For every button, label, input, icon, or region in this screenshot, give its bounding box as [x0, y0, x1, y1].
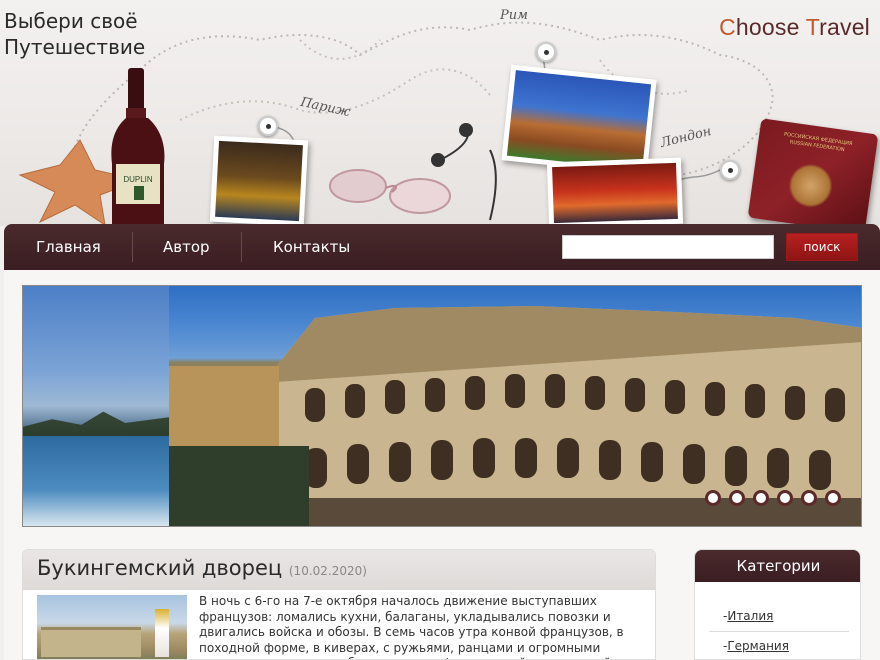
nav-divider: [132, 232, 133, 262]
coat-of-arms-icon: [785, 160, 836, 211]
pin-icon: [258, 116, 278, 136]
search-input[interactable]: [562, 235, 774, 259]
passport-cover-text: РОССИЙСКАЯ ФЕДЕРАЦИЯ RUSSIAN FEDERATION: [783, 131, 853, 154]
category-link-germany[interactable]: Германия: [727, 639, 789, 653]
category-list: -Италия -Германия: [709, 602, 849, 659]
eiffel-tower-image: [215, 140, 303, 222]
slider-dot[interactable]: [777, 490, 793, 506]
category-item: -Италия: [709, 602, 849, 632]
sidebar-header: Категории: [695, 550, 860, 582]
image-slider[interactable]: [22, 285, 862, 527]
nav-divider: [241, 232, 242, 262]
slide-preview-previous[interactable]: [23, 286, 169, 526]
article-date: (10.02.2020): [288, 564, 367, 578]
nav-item-contacts[interactable]: Контакты: [273, 224, 350, 270]
tagline-line2: Путешествие: [4, 35, 146, 59]
slider-dot[interactable]: [729, 490, 745, 506]
search-button[interactable]: поиск: [786, 233, 858, 261]
article-title[interactable]: Букингемский дворец (10.02.2020): [37, 556, 367, 580]
article-header: Букингемский дворец (10.02.2020): [23, 550, 655, 590]
passport-image: РОССИЙСКАЯ ФЕДЕРАЦИЯ RUSSIAN FEDERATION: [747, 118, 879, 226]
category-link-italy[interactable]: Италия: [727, 609, 773, 623]
photo-paris: [209, 135, 309, 226]
tower-bridge-image: [552, 162, 678, 224]
pin-icon: [720, 160, 740, 180]
nav-item-home[interactable]: Главная: [36, 224, 101, 270]
colosseum-photo-image: [506, 70, 652, 170]
site-tagline: Выбери своё Путешествие: [4, 8, 145, 60]
photo-london: [546, 157, 684, 226]
slider-dot[interactable]: [825, 490, 841, 506]
wine-bottle-image: DUPLIN: [111, 68, 165, 224]
slider-dot[interactable]: [753, 490, 769, 506]
slider-dot[interactable]: [705, 490, 721, 506]
city-label-rome: Рим: [500, 8, 528, 23]
bottle-label-text: DUPLIN: [123, 175, 153, 184]
main-navigation: Главная Автор Контакты поиск: [4, 224, 880, 270]
slider-dot[interactable]: [801, 490, 817, 506]
article-excerpt: В ночь с 6-го на 7-е октября началось дв…: [199, 594, 624, 659]
pin-icon: [536, 42, 556, 62]
article-title-text[interactable]: Букингемский дворец: [37, 556, 282, 580]
categories-sidebar: Категории -Италия -Германия: [694, 549, 861, 660]
brand-cap-c: C: [719, 14, 736, 40]
article-card: Букингемский дворец (10.02.2020) В ночь …: [22, 549, 656, 660]
nav-item-author[interactable]: Автор: [163, 224, 210, 270]
site-header: Выбери своё Путешествие Choose Travel Ри…: [0, 0, 880, 226]
buckingham-palace-image[interactable]: [37, 595, 187, 659]
brand-cap-t: T: [805, 14, 820, 40]
colosseum-image: [275, 306, 861, 526]
tagline-line1: Выбери своё: [4, 9, 138, 33]
category-item: -Германия: [709, 632, 849, 659]
sidebar-title: Категории: [736, 557, 821, 575]
brand-word2: ravel: [819, 14, 870, 40]
brand-word1: hoose: [735, 14, 806, 40]
brand-logo[interactable]: Choose Travel: [719, 14, 870, 41]
